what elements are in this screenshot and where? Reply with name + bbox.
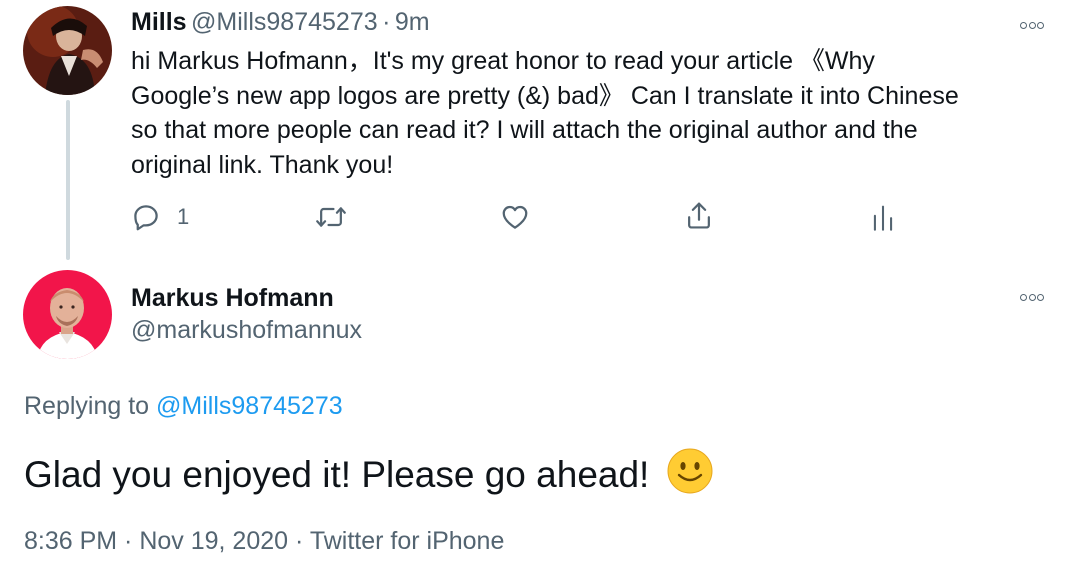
reply-count: 1 [177, 204, 190, 229]
retweet-button[interactable] [315, 202, 347, 232]
mills-avatar[interactable] [23, 6, 112, 95]
tweet-time[interactable]: 9m [395, 8, 430, 36]
analytics-icon [873, 205, 893, 231]
reply-icon [134, 205, 158, 231]
share-button[interactable] [684, 200, 714, 232]
reply-author-handle[interactable]: @markushofmannux [131, 316, 362, 345]
tweet-header: Mills @Mills98745273 · 9m [131, 8, 430, 37]
smiling-face-emoji [666, 447, 714, 505]
tweet-text-line: so that more people can read it? I will … [131, 116, 918, 144]
reply-source[interactable]: Twitter for iPhone [310, 527, 505, 555]
reply-button[interactable]: 1 [131, 202, 189, 232]
reply-author-name[interactable]: Markus Hofmann [131, 284, 334, 313]
author-handle[interactable]: @Mills98745273 [191, 8, 378, 36]
tweet-text-line: hi Markus Hofmann，It's my great honor to… [131, 47, 875, 75]
thread-line [66, 100, 70, 260]
tweet-text-line: original link. Thank you! [131, 150, 394, 179]
tweet-more-button[interactable] [1020, 16, 1054, 32]
like-button[interactable] [500, 202, 530, 232]
like-icon [502, 205, 528, 229]
meta-separator: · [295, 527, 304, 555]
reply-text-content: Glad you enjoyed it! Please go ahead! [24, 454, 650, 495]
share-icon [688, 202, 710, 229]
replying-prefix: Replying to [24, 392, 157, 420]
reply-text: Glad you enjoyed it! Please go ahead! [24, 447, 714, 505]
more-icon [1020, 294, 1027, 301]
markus-avatar[interactable] [23, 270, 112, 359]
analytics-button[interactable] [870, 202, 896, 232]
author-name[interactable]: Mills [131, 8, 187, 36]
retweet-icon [316, 207, 346, 227]
header-separator: · [382, 8, 391, 36]
reply-meta: 8:36 PM · Nov 19, 2020 · Twitter for iPh… [24, 527, 504, 556]
replying-to: Replying to @Mills98745273 [24, 392, 343, 421]
tweet-text-line: Google’s new app logos are pretty (&) ba… [131, 81, 959, 110]
reply-timestamp[interactable]: 8:36 PM · Nov 19, 2020 [24, 527, 288, 555]
replying-handle-link[interactable]: @Mills98745273 [156, 392, 343, 420]
reply-more-button[interactable] [1020, 288, 1054, 304]
more-icon [1020, 22, 1027, 29]
tweet-text: hi Markus Hofmann，It's my great honor to… [131, 44, 1071, 182]
